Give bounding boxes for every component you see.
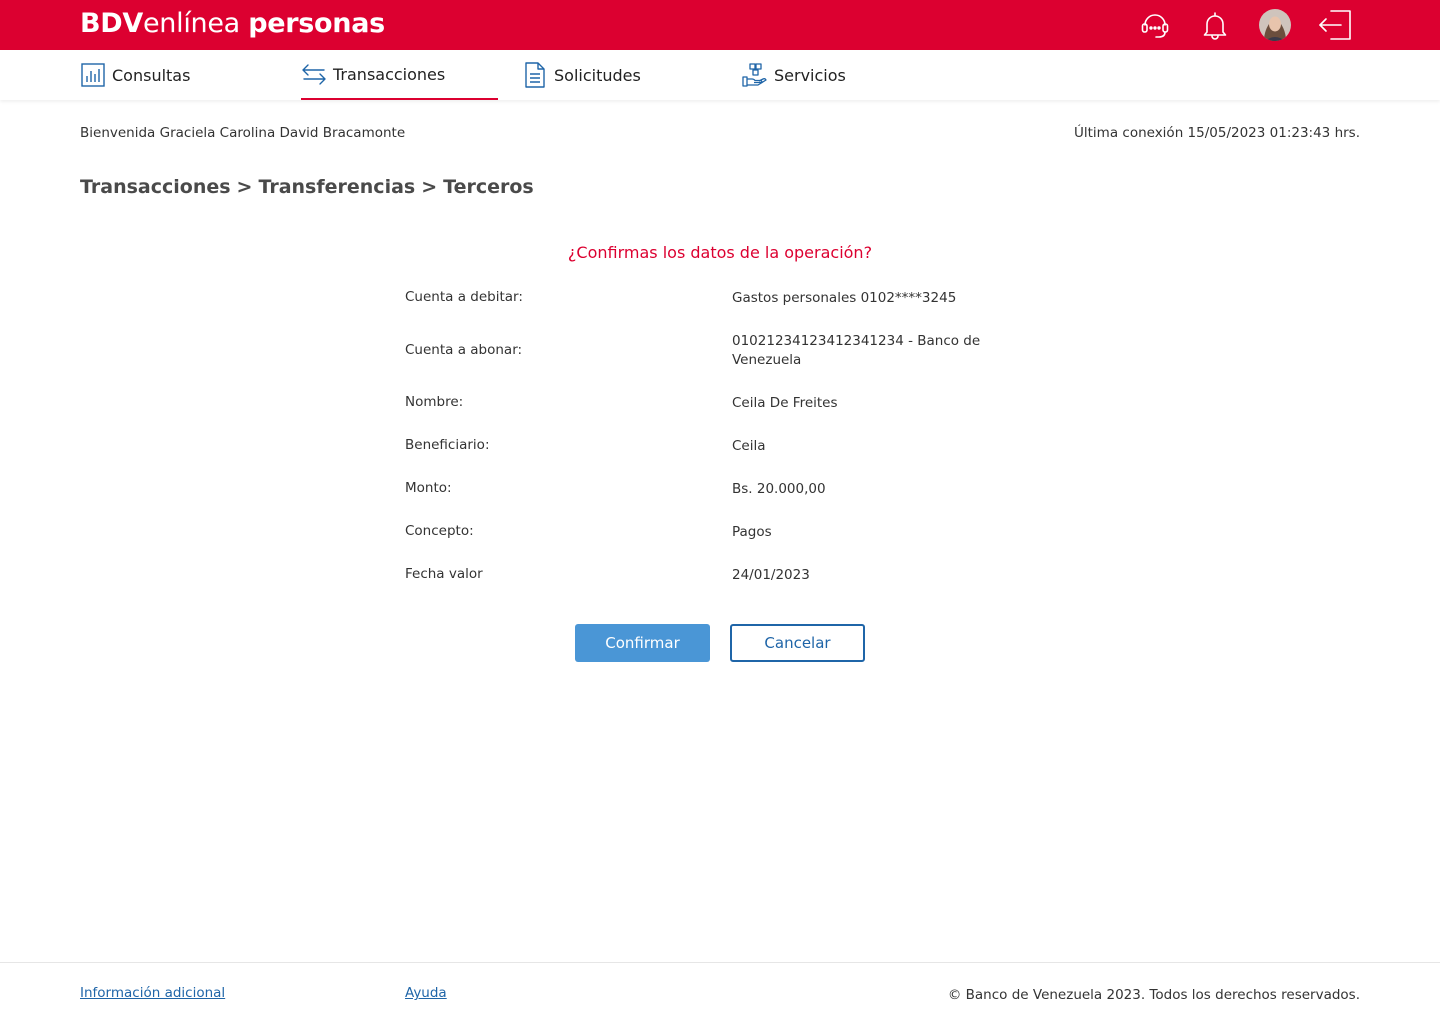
nav-consultas[interactable]: Consultas xyxy=(80,50,190,100)
transfer-arrows-icon xyxy=(301,61,327,87)
nav-servicios[interactable]: Servicios xyxy=(742,50,846,100)
detail-value: Bs. 20.000,00 xyxy=(732,481,826,497)
breadcrumb-separator: > xyxy=(236,176,253,198)
breadcrumb: Transacciones > Transferencias > Tercero… xyxy=(80,176,534,198)
detail-label: Cuenta a abonar: xyxy=(405,342,523,358)
detail-label: Monto: xyxy=(405,480,452,496)
detail-label: Concepto: xyxy=(405,523,474,539)
breadcrumb-terceros: Terceros xyxy=(443,176,534,198)
detail-value: Pagos xyxy=(732,524,772,540)
detail-value: Ceila De Freites xyxy=(732,395,838,411)
hand-boxes-icon xyxy=(742,62,768,88)
footer-help-link[interactable]: Ayuda xyxy=(405,985,447,1001)
welcome-text: Bienvenida Graciela Carolina David Braca… xyxy=(80,125,406,141)
confirm-button[interactable]: Confirmar xyxy=(575,624,710,662)
logo-personas: personas xyxy=(248,8,385,39)
detail-label: Cuenta a debitar: xyxy=(405,289,523,305)
detail-label: Nombre: xyxy=(405,394,464,410)
detail-value: 24/01/2023 xyxy=(732,567,810,583)
footer: Información adicional Ayuda © Banco de V… xyxy=(0,962,1440,1024)
nav-solicitudes-label: Solicitudes xyxy=(554,65,641,85)
cancel-button[interactable]: Cancelar xyxy=(730,624,865,662)
logout-icon[interactable] xyxy=(1317,7,1353,43)
chart-icon xyxy=(80,62,106,88)
avatar[interactable] xyxy=(1259,9,1291,41)
brand-logo[interactable]: BDVenlínea personas xyxy=(80,7,385,41)
document-icon xyxy=(522,62,548,88)
detail-value: Gastos personales 0102****3245 xyxy=(732,290,957,306)
logo-enlinea: enlínea xyxy=(143,8,240,39)
main-nav: Consultas Transacciones Solicitudes Serv… xyxy=(0,50,1440,100)
detail-label: Fecha valor xyxy=(405,566,483,582)
nav-servicios-label: Servicios xyxy=(774,65,846,85)
breadcrumb-separator: > xyxy=(421,176,438,198)
top-bar: BDVenlínea personas xyxy=(0,0,1440,50)
breadcrumb-transferencias[interactable]: Transferencias xyxy=(258,176,415,198)
detail-value: Ceila xyxy=(732,438,766,454)
nav-solicitudes[interactable]: Solicitudes xyxy=(522,50,641,100)
footer-copyright: © Banco de Venezuela 2023. Todos los der… xyxy=(947,987,1360,1003)
nav-transacciones-label: Transacciones xyxy=(333,64,446,84)
headset-icon[interactable] xyxy=(1137,7,1173,43)
bell-icon[interactable] xyxy=(1197,7,1233,43)
nav-consultas-label: Consultas xyxy=(112,65,191,85)
footer-info-link[interactable]: Información adicional xyxy=(80,985,225,1001)
confirm-question: ¿Confirmas los datos de la operación? xyxy=(567,243,873,262)
breadcrumb-transacciones[interactable]: Transacciones xyxy=(80,176,231,198)
detail-value: 01021234123412341234 - Banco de Venezuel… xyxy=(732,333,981,368)
last-connection: Última conexión 15/05/2023 01:23:43 hrs. xyxy=(1074,125,1360,141)
logo-bdv: BDV xyxy=(80,8,143,39)
nav-transacciones[interactable]: Transacciones xyxy=(301,50,498,100)
detail-label: Beneficiario: xyxy=(405,437,490,453)
